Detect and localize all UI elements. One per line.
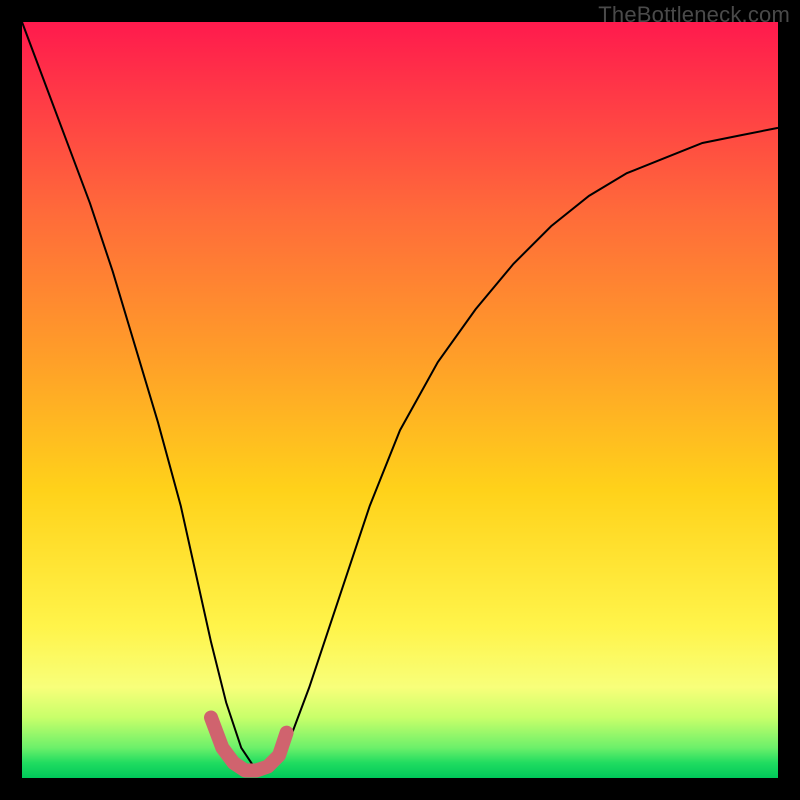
bottleneck-curve-svg xyxy=(22,22,778,778)
bottleneck-curve xyxy=(22,22,778,770)
chart-plot-area xyxy=(22,22,778,778)
attribution-text: TheBottleneck.com xyxy=(598,2,790,28)
bottom-accent-curve xyxy=(211,718,287,771)
